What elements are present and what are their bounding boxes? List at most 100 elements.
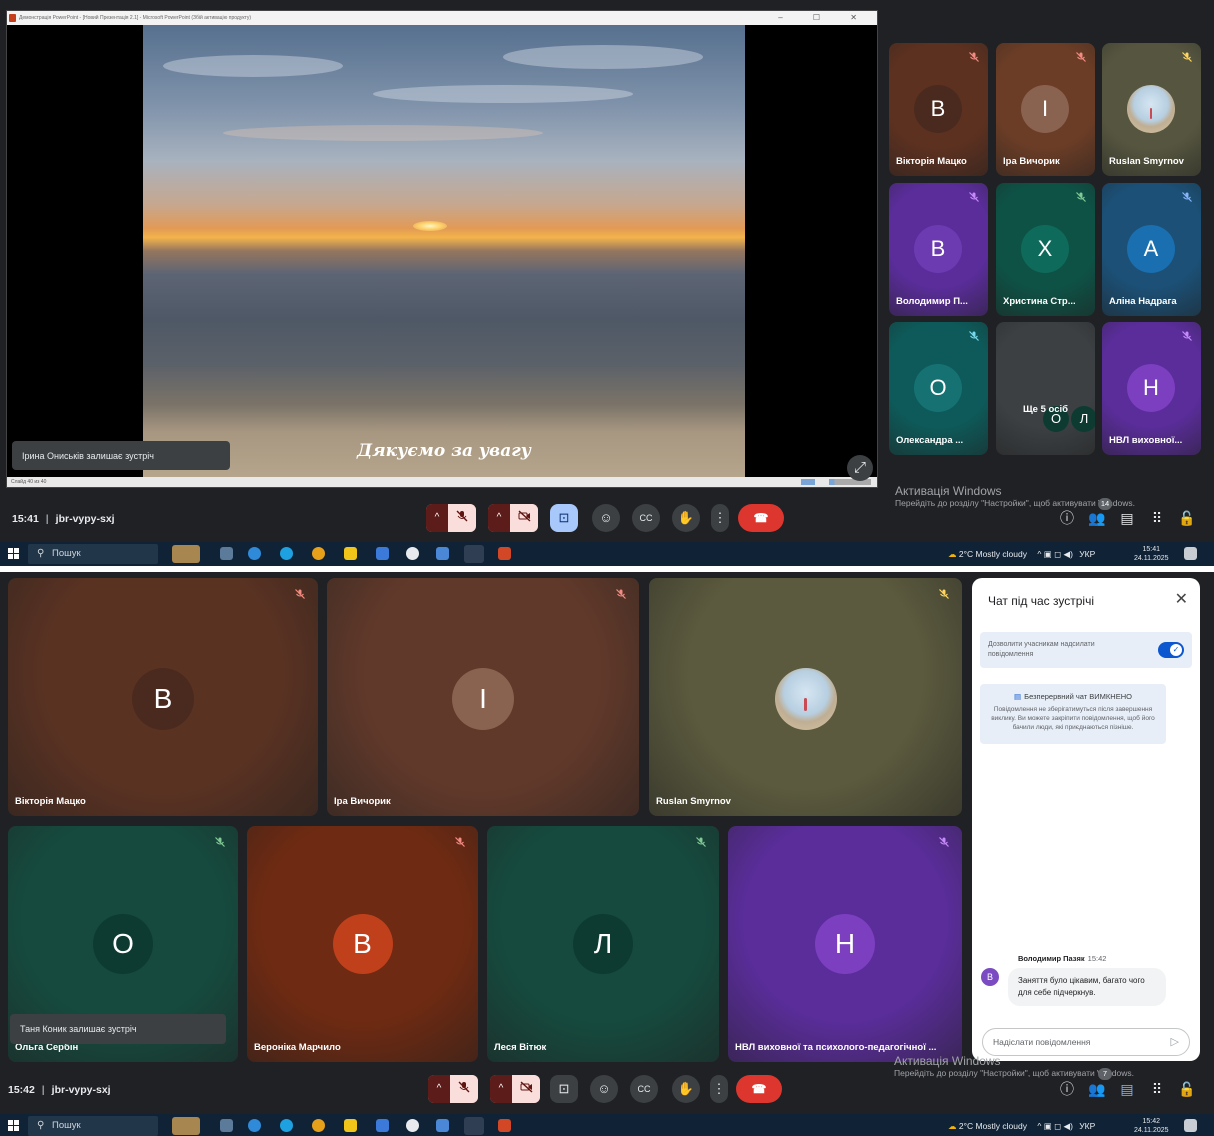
calculator-icon[interactable] (436, 1119, 449, 1132)
windows-start-icon[interactable] (8, 1120, 19, 1131)
copilot-icon[interactable] (248, 547, 261, 560)
camera-off-icon[interactable] (510, 504, 538, 532)
participant-tile[interactable]: Н НВЛ виховної... (1102, 322, 1201, 455)
participant-tile[interactable]: Х Христина Стр... (996, 183, 1095, 316)
close-icon[interactable]: ✕ (1175, 589, 1188, 609)
participant-name: Олександра ... (896, 435, 964, 446)
people-icon[interactable]: 👥 (1086, 1078, 1108, 1100)
app-icon[interactable] (406, 1119, 419, 1132)
app-icon[interactable] (406, 547, 419, 560)
chat-icon[interactable]: ▤ (1116, 507, 1138, 529)
participant-tile[interactable]: І Іра Вичорик (327, 578, 639, 816)
weather-widget[interactable]: ☁ 2°C Mostly cloudy ^ ▣ ◻ ◀) УКР (948, 549, 1095, 560)
mic-off-icon[interactable] (448, 504, 476, 532)
host-controls-icon[interactable]: 🔓 (1176, 1078, 1198, 1100)
apps-icon[interactable]: ⠿ (1146, 1078, 1168, 1100)
file-explorer-icon[interactable] (344, 1119, 357, 1132)
store-icon[interactable] (376, 1119, 389, 1132)
captions-icon[interactable]: CC (632, 504, 660, 532)
participant-tile[interactable]: В Вероніка Марчило (247, 826, 478, 1062)
chrome-icon[interactable] (312, 1119, 325, 1132)
people-icon[interactable]: 👥 (1086, 507, 1108, 529)
participant-tile[interactable]: Ruslan Smyrnov (649, 578, 962, 816)
participant-tile[interactable]: А Аліна Надрага (1102, 183, 1201, 316)
participant-avatar: В (332, 914, 393, 974)
participant-name: Вікторія Мацко (15, 796, 86, 807)
taskbar-widget-image[interactable] (172, 545, 200, 563)
mic-muted-icon (453, 834, 467, 848)
info-icon[interactable]: ⓘ (1056, 507, 1078, 529)
chrome-icon[interactable] (312, 547, 325, 560)
participant-tile[interactable]: В Володимир П... (889, 183, 988, 316)
check-icon: ✓ (1170, 644, 1182, 656)
more-vert-icon[interactable]: ⋮ (711, 504, 729, 532)
raise-hand-icon[interactable]: ✋ (672, 504, 700, 532)
raise-hand-icon[interactable]: ✋ (672, 1075, 700, 1103)
taskbar-search-box[interactable]: ⚲ Пошук (28, 1116, 158, 1136)
message-header: Володимир Пазяк 15:42 (1018, 954, 1106, 963)
participant-tile[interactable]: І Іра Вичорик (996, 43, 1095, 176)
store-icon[interactable] (376, 547, 389, 560)
meeting-info: 15:42 | jbr-vypy-sxj (8, 1084, 111, 1096)
leave-notification-text: Ірина Ониськів залишає зустріч (22, 450, 154, 461)
video-options-chevron-icon[interactable]: ^ (490, 1075, 512, 1103)
emoji-icon[interactable]: ☺ (592, 504, 620, 532)
chat-icon[interactable]: ▤ (1116, 1078, 1138, 1100)
more-vert-icon[interactable]: ⋮ (710, 1075, 728, 1103)
captions-icon[interactable]: CC (630, 1075, 658, 1103)
host-controls-icon[interactable]: 🔓 (1176, 507, 1198, 529)
info-icon[interactable]: ⓘ (1056, 1078, 1078, 1100)
task-view-icon[interactable] (220, 1119, 233, 1132)
audio-options-chevron-icon[interactable]: ^ (428, 1075, 450, 1103)
participant-tile[interactable]: В Вікторія Мацко (8, 578, 318, 816)
edge-icon[interactable] (280, 1119, 293, 1132)
powerpoint-taskbar-icon[interactable] (498, 547, 511, 560)
participant-name: Леся Вітюк (494, 1042, 547, 1053)
end-call-icon[interactable]: ☎ (738, 504, 784, 532)
send-icon[interactable]: ▷ (1171, 1029, 1179, 1055)
language-indicator[interactable]: УКР (1079, 1121, 1095, 1131)
taskbar-clock[interactable]: 15:41 24.11.2025 (1134, 545, 1169, 563)
message-input[interactable]: Надіслати повідомлення ▷ (982, 1028, 1190, 1056)
participant-tile[interactable]: Ruslan Smyrnov (1102, 43, 1201, 176)
participant-avatar: В (914, 85, 962, 133)
emoji-icon[interactable]: ☺ (590, 1075, 618, 1103)
meet-taskbar-icon[interactable] (464, 1117, 484, 1135)
edge-icon[interactable] (280, 547, 293, 560)
video-options-chevron-icon[interactable]: ^ (488, 504, 510, 532)
participant-tile[interactable]: О Олександра ... (889, 322, 988, 455)
participant-tile[interactable]: Л Леся Вітюк (487, 826, 719, 1062)
tray-icons[interactable]: ^ ▣ ◻ ◀) (1037, 549, 1073, 559)
mic-off-icon[interactable] (450, 1075, 478, 1103)
notifications-icon[interactable] (1184, 1119, 1197, 1132)
language-indicator[interactable]: УКР (1079, 549, 1095, 559)
powerpoint-taskbar-icon[interactable] (498, 1119, 511, 1132)
message-bubble: Заняття було цікавим, багато чого для се… (1008, 968, 1166, 1006)
message-input-placeholder: Надіслати повідомлення (993, 1037, 1091, 1047)
taskbar-search-box[interactable]: ⚲ Пошук (28, 544, 158, 564)
apps-icon[interactable]: ⠿ (1146, 507, 1168, 529)
end-call-icon[interactable]: ☎ (736, 1075, 782, 1103)
taskbar-widget-image[interactable] (172, 1117, 200, 1135)
present-screen-icon[interactable]: ⊡ (550, 1075, 578, 1103)
task-view-icon[interactable] (220, 547, 233, 560)
file-explorer-icon[interactable] (344, 547, 357, 560)
meet-taskbar-icon[interactable] (464, 545, 484, 563)
camera-off-icon[interactable] (512, 1075, 540, 1103)
mic-muted-icon (1074, 189, 1088, 203)
participant-tile[interactable]: О Л Ще 5 осіб (996, 322, 1095, 455)
fullscreen-expand-icon[interactable]: ⤢ (847, 455, 873, 481)
participant-tile[interactable]: Н НВЛ виховної та психолого-педагогічної … (728, 826, 962, 1062)
present-screen-icon[interactable]: ⊡ (550, 504, 578, 532)
window-controls[interactable]: – ☐ ✕ (778, 11, 871, 25)
participant-tile[interactable]: В Вікторія Мацко (889, 43, 988, 176)
calculator-icon[interactable] (436, 547, 449, 560)
allow-messages-toggle[interactable]: ✓ (1158, 642, 1184, 658)
windows-start-icon[interactable] (8, 548, 19, 559)
audio-options-chevron-icon[interactable]: ^ (426, 504, 448, 532)
copilot-icon[interactable] (248, 1119, 261, 1132)
taskbar-clock[interactable]: 15:42 24.11.2025 (1134, 1117, 1169, 1135)
notifications-icon[interactable] (1184, 547, 1197, 560)
weather-widget[interactable]: ☁ 2°C Mostly cloudy ^ ▣ ◻ ◀) УКР (948, 1121, 1095, 1132)
tray-icons[interactable]: ^ ▣ ◻ ◀) (1037, 1121, 1073, 1131)
